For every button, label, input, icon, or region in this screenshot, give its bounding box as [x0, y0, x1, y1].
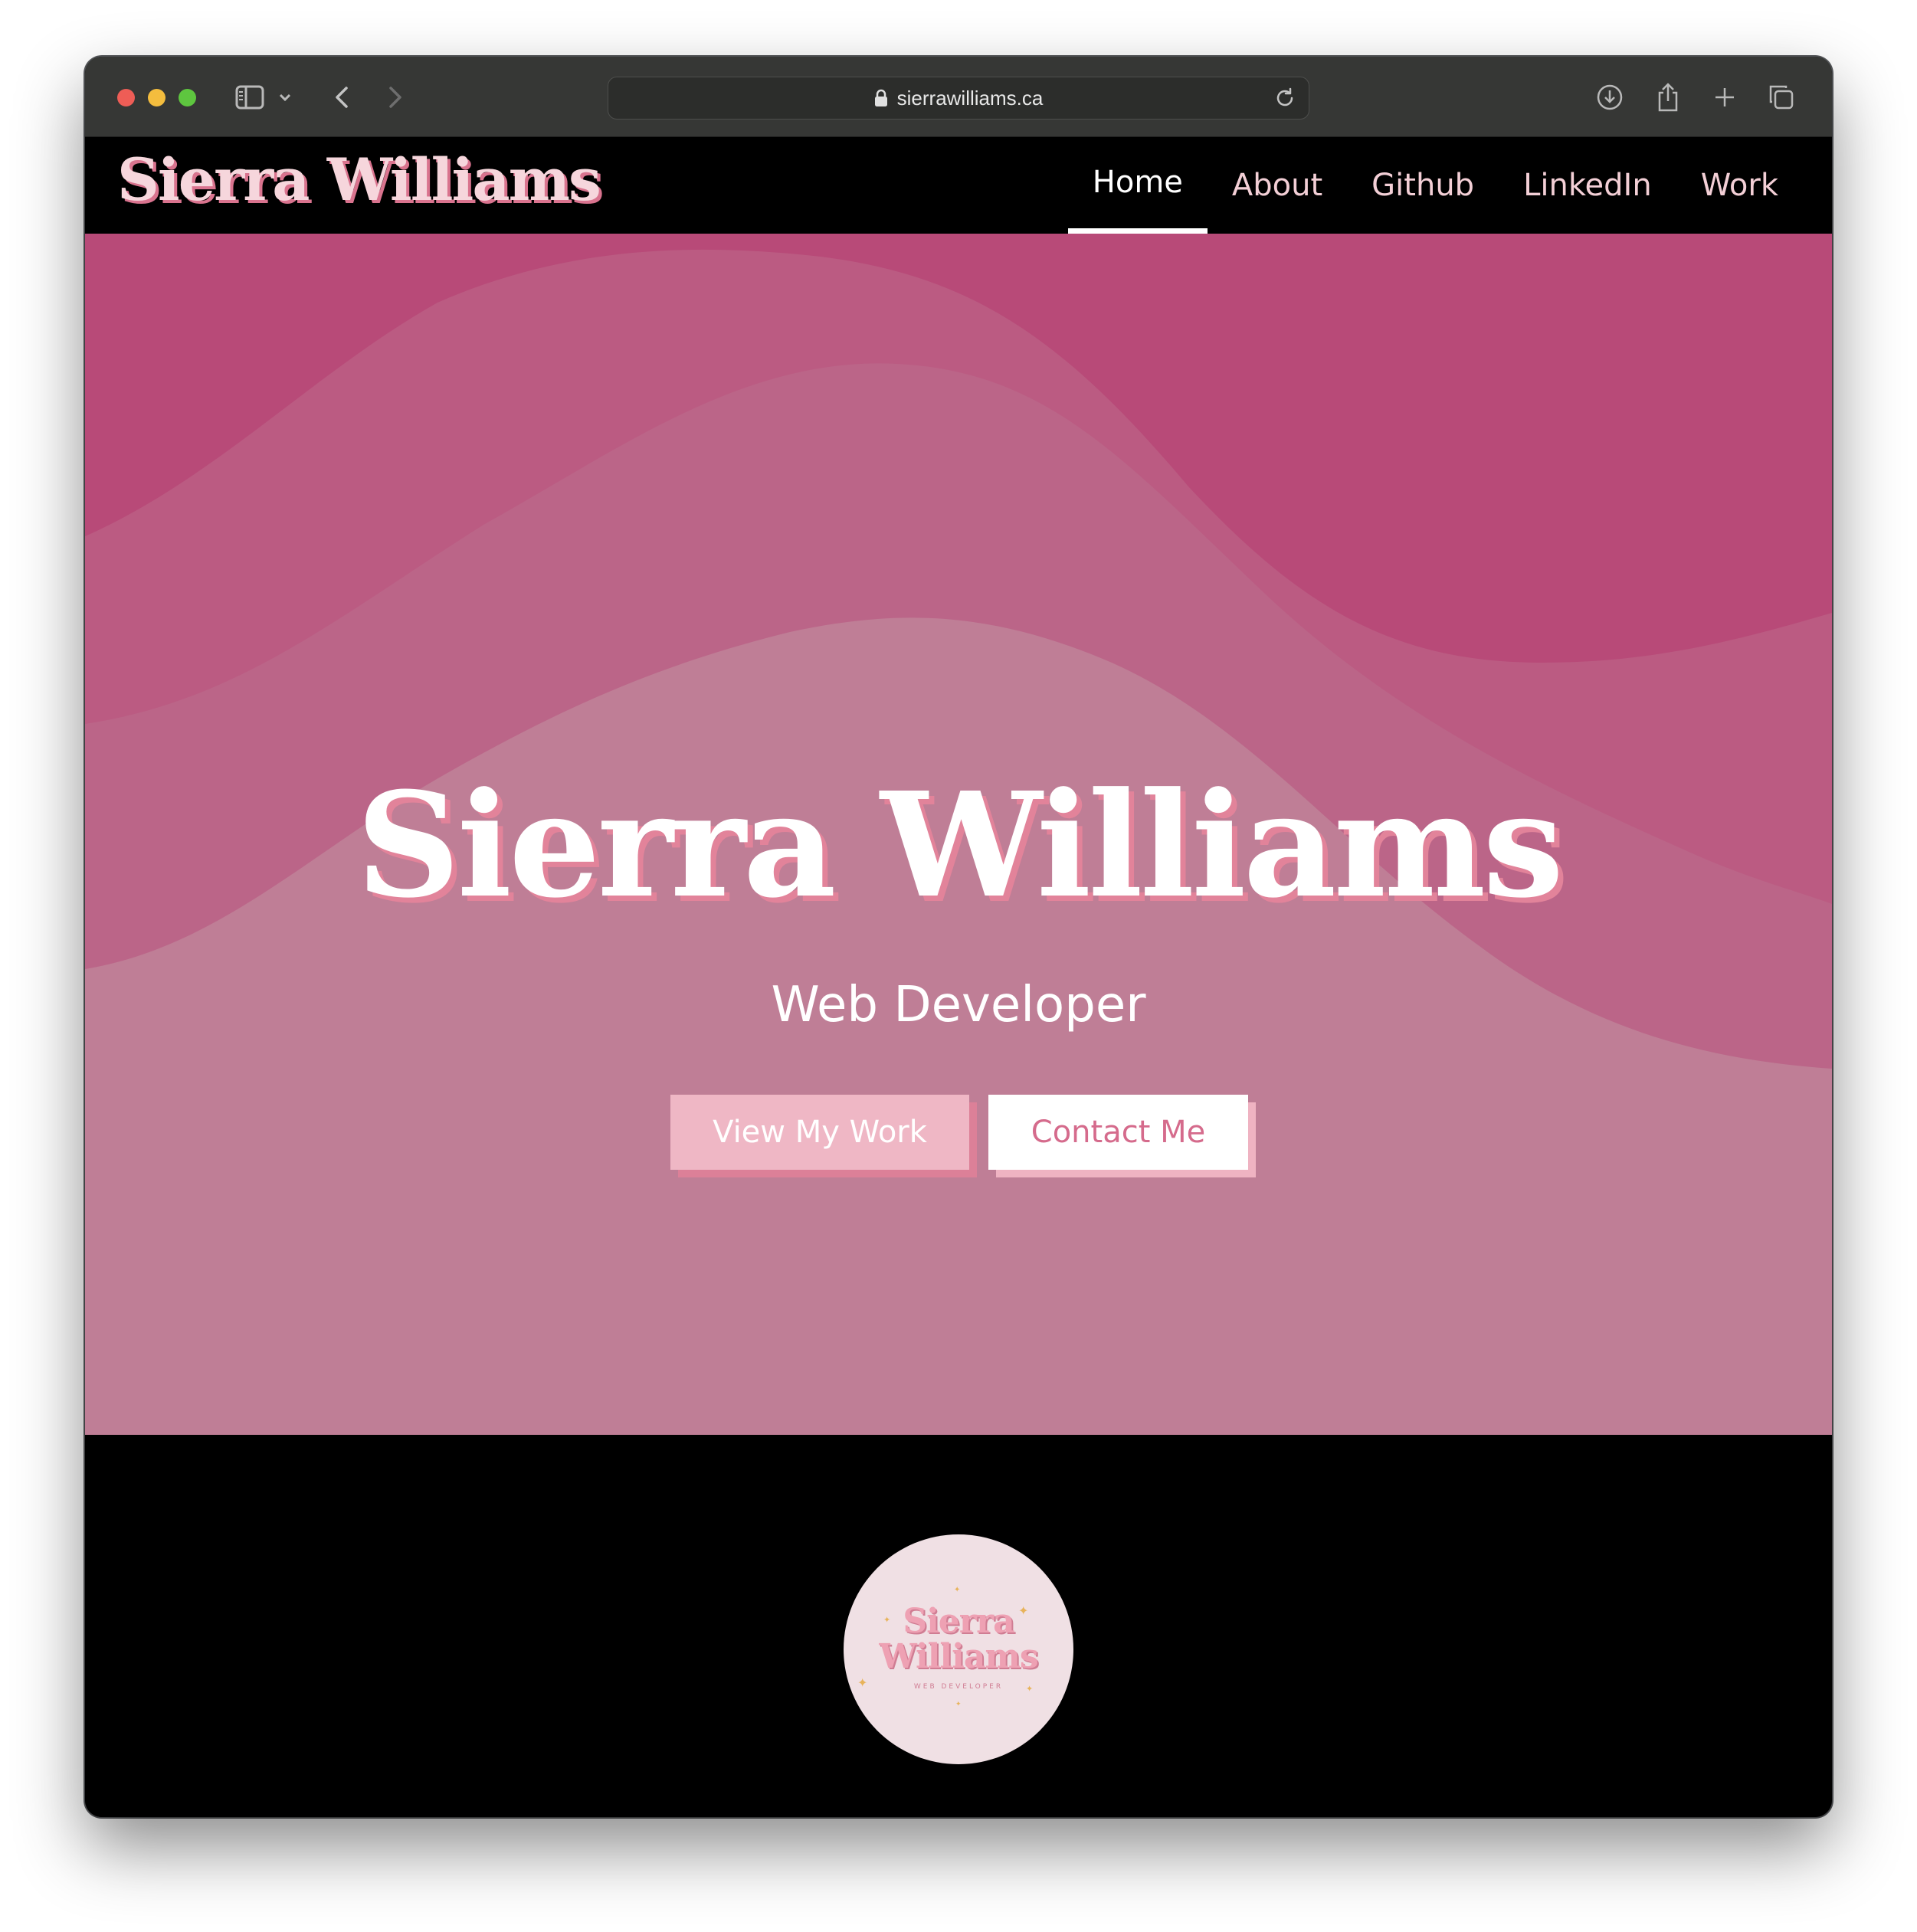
address-bar[interactable]: sierrawilliams.ca	[608, 77, 1309, 120]
reload-icon[interactable]	[1273, 87, 1296, 110]
minimize-window-button[interactable]	[148, 89, 165, 106]
back-icon[interactable]	[330, 80, 353, 115]
contact-me-button[interactable]: Contact Me	[988, 1095, 1248, 1170]
close-window-button[interactable]	[117, 89, 135, 106]
sparkle-icon: ✦	[955, 1701, 962, 1708]
tabs-overview-icon[interactable]	[1766, 80, 1797, 115]
lock-icon	[874, 89, 888, 107]
chevron-down-icon[interactable]	[277, 80, 293, 115]
about-section: ✦ ✦ ✦ ✦ ✦ ✦ Sierra Williams WEB DEVELOPE…	[85, 1435, 1832, 1817]
nav-about[interactable]: About	[1208, 137, 1347, 234]
browser-window: sierrawilliams.ca Sierra Williams Home A…	[85, 57, 1832, 1817]
logo-badge: ✦ ✦ ✦ ✦ ✦ ✦ Sierra Williams WEB DEVELOPE…	[844, 1534, 1073, 1764]
sparkle-icon: ✦	[954, 1586, 961, 1594]
hero-title: Sierra Williams	[356, 761, 1564, 930]
logo-line-1: Sierra	[903, 1602, 1014, 1641]
download-icon[interactable]	[1594, 80, 1625, 115]
view-my-work-button[interactable]: View My Work	[670, 1095, 969, 1170]
logo-line-2: Williams	[879, 1637, 1038, 1676]
site-logo-text[interactable]: Sierra Williams	[117, 151, 601, 209]
browser-toolbar: sierrawilliams.ca	[85, 57, 1832, 137]
hero-subtitle: Web Developer	[771, 977, 1146, 1033]
logo-tagline: WEB DEVELOPER	[913, 1683, 1004, 1691]
nav-links: Home About Github LinkedIn Work	[1067, 137, 1803, 234]
nav-linkedin[interactable]: LinkedIn	[1499, 137, 1676, 234]
nav-github[interactable]: Github	[1347, 137, 1499, 234]
forward-icon[interactable]	[384, 80, 407, 115]
nav-home[interactable]: Home	[1067, 137, 1208, 234]
maximize-window-button[interactable]	[179, 89, 196, 106]
sidebar-icon[interactable]	[233, 80, 267, 115]
share-icon[interactable]	[1653, 80, 1683, 115]
new-tab-icon[interactable]	[1709, 80, 1740, 115]
url-text: sierrawilliams.ca	[896, 86, 1044, 110]
nav-work[interactable]: Work	[1676, 137, 1803, 234]
hero-section: Sierra Williams Web Developer View My Wo…	[85, 234, 1832, 1435]
site-navbar: Sierra Williams Home About Github Linked…	[85, 137, 1832, 234]
